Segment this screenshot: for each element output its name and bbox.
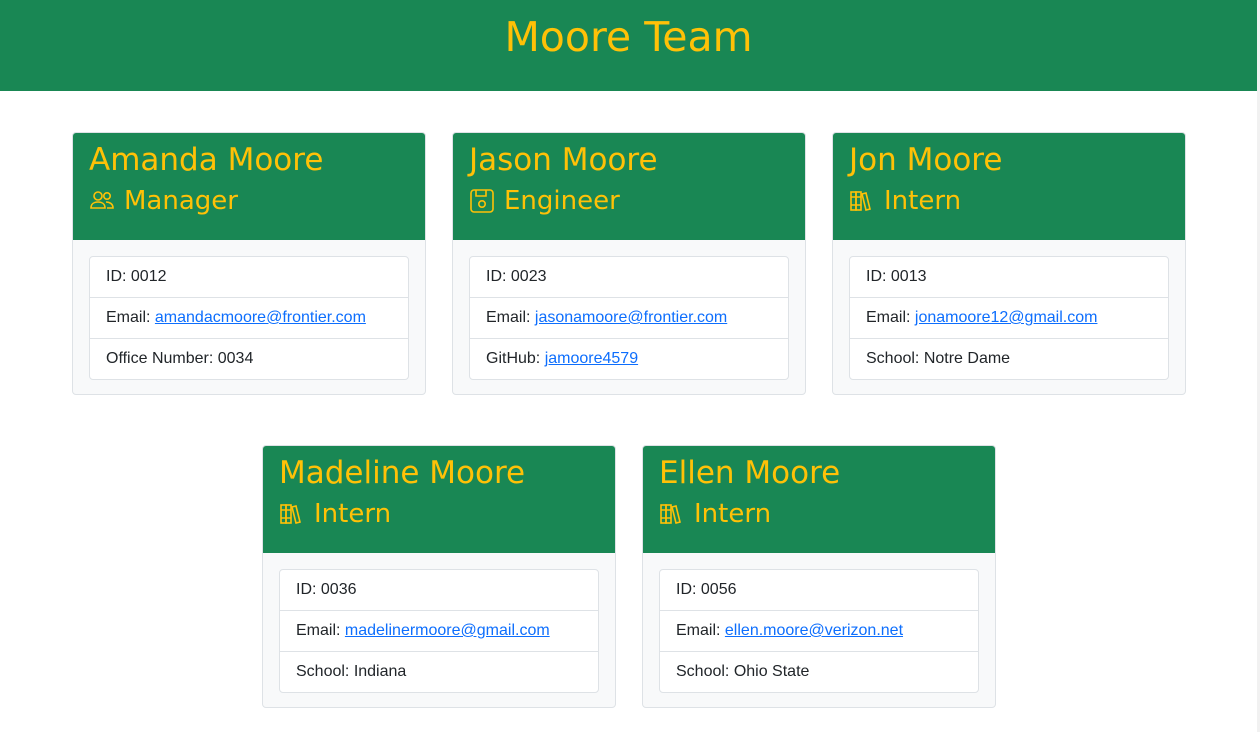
id-value: 0036 — [320, 581, 357, 598]
page-header: Moore Team — [0, 0, 1257, 91]
email-link[interactable]: amandacmoore@frontier.com — [155, 309, 366, 326]
email-link[interactable]: jonamoore12@gmail.com — [915, 309, 1098, 326]
floppy-disk-icon — [469, 188, 495, 214]
school-value: Ohio State — [733, 663, 810, 680]
id-label: ID: — [676, 581, 701, 598]
github-link[interactable]: jamoore4579 — [545, 350, 638, 367]
employee-name: Amanda Moore — [89, 142, 324, 178]
id-label: ID: — [106, 268, 131, 285]
id-row: ID: 0012 — [90, 257, 408, 298]
id-value: 0013 — [890, 268, 927, 285]
employee-role: Intern — [659, 497, 979, 531]
employee-name: Madeline Moore — [279, 455, 526, 491]
id-value: 0056 — [700, 581, 737, 598]
email-row: Email: amandacmoore@frontier.com — [90, 298, 408, 339]
office-number-value: 0034 — [217, 350, 254, 367]
employee-name: Ellen Moore — [659, 455, 841, 491]
id-label: ID: — [866, 268, 891, 285]
id-row: ID: 0056 — [660, 570, 978, 611]
card-header: Jason Moore Engineer — [453, 133, 805, 240]
card-body: ID: 0036 Email: madelinermoore@gmail.com… — [263, 553, 615, 693]
info-list: ID: 0013 Email: jonamoore12@gmail.com Sc… — [849, 256, 1169, 380]
employee-role: Engineer — [469, 184, 789, 218]
email-label: Email: — [296, 622, 345, 639]
id-row: ID: 0023 — [470, 257, 788, 298]
school-row: School: Ohio State — [660, 652, 978, 692]
email-link[interactable]: ellen.moore@verizon.net — [725, 622, 903, 639]
role-label: Intern — [884, 186, 962, 216]
email-row: Email: madelinermoore@gmail.com — [280, 611, 598, 652]
id-value: 0023 — [510, 268, 547, 285]
card-header: Amanda Moore Manager — [73, 133, 425, 240]
card-body: ID: 0012 Email: amandacmoore@frontier.co… — [73, 240, 425, 380]
id-row: ID: 0013 — [850, 257, 1168, 298]
people-icon — [89, 188, 115, 214]
school-value: Notre Dame — [923, 350, 1011, 367]
card-header: Madeline Moore Intern — [263, 446, 615, 553]
email-row: Email: ellen.moore@verizon.net — [660, 611, 978, 652]
role-label: Engineer — [504, 186, 620, 216]
books-icon — [279, 501, 305, 527]
office-number-row: Office Number: 0034 — [90, 339, 408, 379]
books-icon — [659, 501, 685, 527]
school-value: Indiana — [353, 663, 407, 680]
office-number-label: Office Number: — [106, 350, 218, 367]
github-label: GitHub: — [486, 350, 545, 367]
id-value: 0012 — [130, 268, 167, 285]
id-row: ID: 0036 — [280, 570, 598, 611]
github-row: GitHub: jamoore4579 — [470, 339, 788, 379]
info-list: ID: 0012 Email: amandacmoore@frontier.co… — [89, 256, 409, 380]
page-title: Moore Team — [504, 13, 753, 61]
email-label: Email: — [866, 309, 915, 326]
employee-card-intern: Madeline Moore Intern ID: 0036 Email: ma… — [262, 445, 616, 708]
card-body: ID: 0023 Email: jasonamoore@frontier.com… — [453, 240, 805, 380]
school-label: School: — [676, 663, 734, 680]
employee-name: Jon Moore — [849, 142, 1003, 178]
card-header: Jon Moore Intern — [833, 133, 1185, 240]
employee-card-engineer: Jason Moore Engineer ID: 0023 Email: jas… — [452, 132, 806, 395]
info-list: ID: 0023 Email: jasonamoore@frontier.com… — [469, 256, 789, 380]
id-label: ID: — [296, 581, 321, 598]
card-body: ID: 0056 Email: ellen.moore@verizon.net … — [643, 553, 995, 693]
books-icon — [849, 188, 875, 214]
employee-role: Intern — [849, 184, 1169, 218]
email-row: Email: jasonamoore@frontier.com — [470, 298, 788, 339]
employee-card-intern: Jon Moore Intern ID: 0013 Email: jonamoo… — [832, 132, 1186, 395]
email-link[interactable]: madelinermoore@gmail.com — [345, 622, 550, 639]
employee-name: Jason Moore — [469, 142, 658, 178]
email-row: Email: jonamoore12@gmail.com — [850, 298, 1168, 339]
email-label: Email: — [486, 309, 535, 326]
email-link[interactable]: jasonamoore@frontier.com — [535, 309, 727, 326]
employee-role: Manager — [89, 184, 409, 218]
employee-card-manager: Amanda Moore Manager ID: 0012 Email: ama… — [72, 132, 426, 395]
email-label: Email: — [676, 622, 725, 639]
school-row: School: Notre Dame — [850, 339, 1168, 379]
employee-role: Intern — [279, 497, 599, 531]
role-label: Intern — [694, 499, 772, 529]
school-row: School: Indiana — [280, 652, 598, 692]
role-label: Intern — [314, 499, 392, 529]
card-body: ID: 0013 Email: jonamoore12@gmail.com Sc… — [833, 240, 1185, 380]
school-label: School: — [866, 350, 924, 367]
email-label: Email: — [106, 309, 155, 326]
info-list: ID: 0036 Email: madelinermoore@gmail.com… — [279, 569, 599, 693]
role-label: Manager — [124, 186, 238, 216]
employee-card-intern: Ellen Moore Intern ID: 0056 Email: ellen… — [642, 445, 996, 708]
card-header: Ellen Moore Intern — [643, 446, 995, 553]
school-label: School: — [296, 663, 354, 680]
info-list: ID: 0056 Email: ellen.moore@verizon.net … — [659, 569, 979, 693]
id-label: ID: — [486, 268, 511, 285]
